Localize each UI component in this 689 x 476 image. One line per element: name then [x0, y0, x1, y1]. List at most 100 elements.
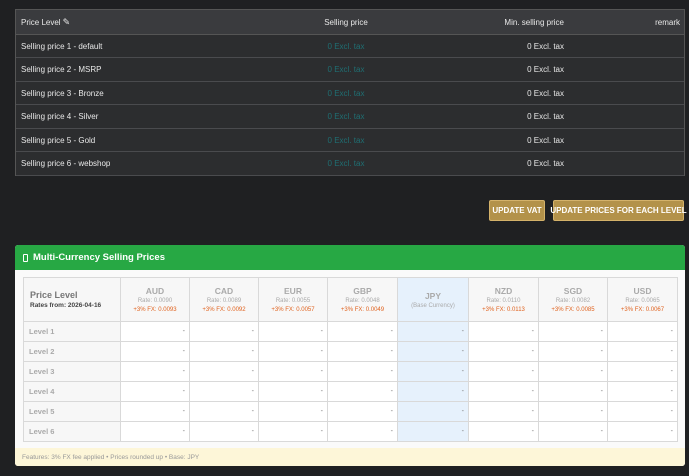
- selling-price-column-header: Selling price: [324, 17, 368, 27]
- currency-fx-rate: +3% FX: 0.0057: [271, 307, 315, 313]
- currency-price-cell: -: [327, 381, 398, 402]
- currency-code: USD: [633, 286, 652, 296]
- currency-price-cell: -: [327, 341, 398, 362]
- multi-currency-panel: Multi-Currency Selling Prices Price Leve…: [15, 245, 685, 466]
- price-level-corner-title: Price Level: [30, 290, 78, 300]
- currency-rate: Rate: 0.0082: [555, 298, 591, 304]
- currency-code: AUD: [145, 286, 165, 296]
- currency-rate: Rate: 0.0110: [486, 298, 521, 304]
- currency-price-cell: -: [538, 381, 608, 402]
- currency-price-cell: -: [258, 341, 328, 362]
- currency-fx-rate: +3% FX: 0.0113: [482, 307, 525, 313]
- selling-price-value[interactable]: 0 Excl. tax: [266, 35, 426, 57]
- currency-price-cell: -: [189, 401, 259, 422]
- min-selling-price-value[interactable]: 0 Excl. tax: [426, 106, 564, 128]
- selling-price-value[interactable]: 0 Excl. tax: [266, 59, 426, 81]
- currency-price-cell: -: [327, 361, 398, 382]
- level-label: Level 4: [23, 381, 121, 402]
- min-selling-price-value[interactable]: 0 Excl. tax: [426, 35, 564, 57]
- currency-header-cad: CAD Rate: 0.0089 +3% FX: 0.0092: [189, 277, 259, 322]
- pencil-icon[interactable]: ✎: [63, 17, 71, 28]
- currency-price-cell: -: [468, 341, 539, 362]
- currency-rate: Rate: 0.0055: [275, 298, 311, 304]
- remark-value[interactable]: [576, 59, 680, 81]
- price-level-header-label: Price Level: [21, 17, 61, 27]
- min-selling-price-value[interactable]: 0 Excl. tax: [426, 153, 564, 175]
- currency-price-cell: -: [468, 361, 539, 382]
- currency-header-eur: EUR Rate: 0.0055 +3% FX: 0.0057: [258, 277, 328, 322]
- currency-price-cell: -: [397, 361, 469, 382]
- price-level-header-row: Price Level ✎ Selling price Min. selling…: [16, 10, 684, 35]
- update-prices-for-each-level-button[interactable]: UPDATE PRICES FOR EACH LEVEL: [550, 200, 687, 221]
- currency-header-gbp: GBP Rate: 0.0048 +3% FX: 0.0049: [327, 277, 398, 322]
- price-level-name: Selling price 3 - Bronze: [21, 88, 104, 98]
- currency-price-cell: -: [397, 341, 469, 362]
- level-label: Level 3: [23, 361, 121, 382]
- currency-fx-rate: +3% FX: 0.0049: [340, 307, 385, 313]
- level-label: Level 6: [23, 421, 121, 442]
- currency-price-cell: -: [607, 341, 678, 362]
- currency-level-row: Level 5--------: [23, 401, 678, 422]
- currency-price-cell: -: [258, 421, 328, 442]
- remark-value[interactable]: [576, 106, 680, 128]
- currency-code: EUR: [284, 286, 302, 296]
- remark-value[interactable]: [576, 35, 680, 57]
- currency-price-cell: -: [538, 361, 608, 382]
- update-vat-button[interactable]: UPDATE VAT: [489, 200, 545, 221]
- price-level-name: Selling price 1 - default: [21, 41, 103, 51]
- price-level-table: Price Level ✎ Selling price Min. selling…: [15, 9, 685, 176]
- currency-rate: Rate: 0.0065: [625, 298, 660, 304]
- currency-header-usd: USD Rate: 0.0065 +3% FX: 0.0067: [607, 277, 678, 322]
- multi-currency-footer-note: Features: 3% FX fee applied • Prices rou…: [15, 448, 685, 466]
- currency-price-cell: -: [327, 321, 398, 342]
- currency-fx-rate: +3% FX: 0.0093: [133, 307, 177, 313]
- price-level-column-header[interactable]: Price Level ✎: [21, 10, 70, 34]
- currency-price-cell: -: [468, 421, 539, 442]
- currency-price-cell: -: [538, 401, 608, 422]
- currency-code: JPY: [424, 290, 442, 301]
- currency-price-cell: -: [189, 361, 259, 382]
- currency-price-cell: -: [607, 381, 678, 402]
- selling-price-value[interactable]: 0 Excl. tax: [266, 153, 426, 175]
- currency-level-row: Level 2--------: [23, 341, 678, 362]
- price-level-corner-header: Price Level Rates from: 2026-04-16: [23, 277, 121, 322]
- currency-code: SGD: [563, 286, 583, 296]
- price-level-name: Selling price 4 - Silver: [21, 112, 99, 121]
- currency-price-cell: -: [538, 421, 608, 442]
- selling-price-value[interactable]: 0 Excl. tax: [266, 106, 426, 128]
- price-level-row: Selling price 3 - Bronze 0 Excl. tax 0 Exc…: [16, 82, 684, 105]
- remark-value[interactable]: [576, 129, 680, 151]
- selling-price-value[interactable]: 0 Excl. tax: [266, 129, 426, 151]
- currency-rate: Rate: 0.0048: [345, 298, 380, 304]
- min-selling-price-value[interactable]: 0 Excl. tax: [426, 82, 564, 104]
- currency-fx-rate: +3% FX: 0.0092: [202, 307, 246, 313]
- currency-price-cell: -: [189, 421, 259, 442]
- currency-price-cell: -: [468, 321, 539, 342]
- currency-code: NZD: [494, 286, 513, 296]
- currency-price-cell: -: [327, 421, 398, 442]
- selling-price-value[interactable]: 0 Excl. tax: [266, 82, 426, 104]
- min-selling-price-value[interactable]: 0 Excl. tax: [426, 59, 564, 81]
- currency-price-cell: -: [189, 321, 259, 342]
- remark-value[interactable]: [576, 82, 680, 104]
- currency-price-cell: -: [397, 381, 469, 402]
- currency-level-row: Level 6--------: [23, 421, 678, 442]
- price-level-name: Selling price 5 - Gold: [21, 135, 96, 145]
- level-label: Level 5: [23, 401, 121, 422]
- currency-price-cell: -: [258, 321, 328, 342]
- currency-price-cell: -: [258, 401, 328, 422]
- currency-level-row: Level 1--------: [23, 321, 678, 342]
- price-level-row: Selling price 1 - default 0 Excl. tax 0 Ex…: [16, 35, 684, 58]
- currency-header-sgd: SGD Rate: 0.0082 +3% FX: 0.0085: [538, 277, 608, 322]
- currency-price-cell: -: [607, 321, 678, 342]
- price-level-name: Selling price 2 - MSRP: [21, 65, 102, 74]
- currency-price-cell: -: [258, 381, 328, 402]
- remark-value[interactable]: [576, 153, 680, 175]
- currency-rate: Rate: 0.0089: [206, 298, 242, 304]
- min-selling-price-column-header: Min. selling price: [504, 17, 564, 27]
- multi-currency-title: Multi-Currency Selling Prices: [33, 252, 165, 263]
- currency-level-row: Level 4--------: [23, 381, 678, 402]
- currency-rate: (Base Currency): [411, 302, 455, 309]
- currency-fx-rate: +3% FX: 0.0067: [620, 307, 665, 313]
- min-selling-price-value[interactable]: 0 Excl. tax: [426, 129, 564, 151]
